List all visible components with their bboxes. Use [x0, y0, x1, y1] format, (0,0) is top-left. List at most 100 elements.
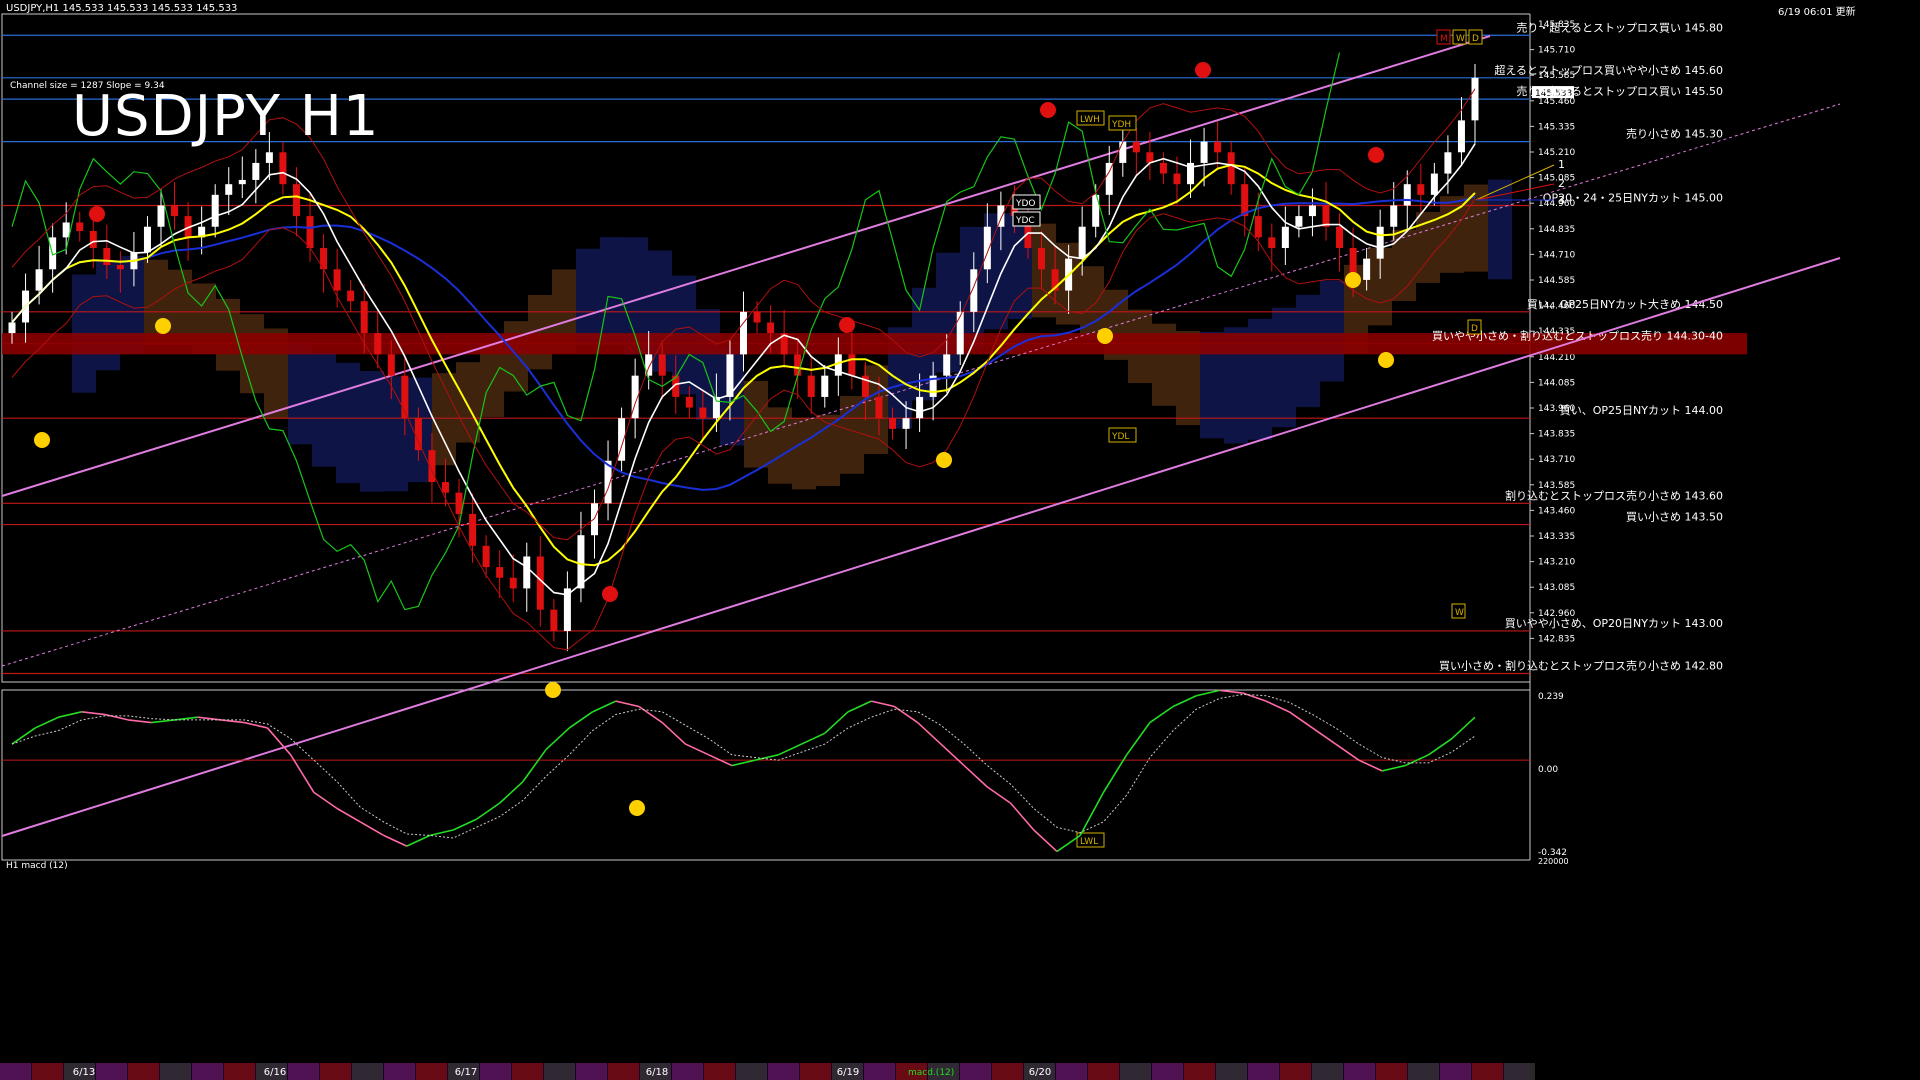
projection-3: 3	[1558, 194, 1565, 207]
macd-tick-label: 0.00	[1538, 765, 1558, 775]
candle-body	[116, 265, 124, 270]
date-strip-cell	[1472, 1063, 1503, 1080]
price-tick-label: 144.710	[1538, 250, 1575, 260]
candle-body	[699, 407, 707, 419]
level-label: 買いやや小さめ、OP20日NYカット 143.00	[1505, 617, 1723, 630]
candle-body	[333, 269, 341, 291]
fractal-down-icon	[936, 452, 952, 468]
candle-body	[35, 269, 43, 291]
cloud-segment	[288, 341, 312, 445]
axis-area	[1530, 0, 1920, 1080]
price-tick-label: 145.335	[1538, 122, 1575, 132]
candle-body	[1471, 77, 1479, 121]
fractal-down-icon	[1345, 272, 1361, 288]
date-strip-cell	[480, 1063, 511, 1080]
fractal-down-icon	[1097, 328, 1113, 344]
candle-body	[1430, 173, 1438, 195]
price-tick-label: 145.085	[1538, 174, 1575, 184]
candle-body	[523, 556, 531, 589]
candle-body	[387, 354, 395, 376]
candle-body	[89, 230, 97, 249]
date-strip-cell	[1184, 1063, 1215, 1080]
fractal-down-icon	[1378, 352, 1394, 368]
date-strip-cell	[1088, 1063, 1119, 1080]
cloud-segment	[336, 362, 360, 484]
date-strip-cell	[288, 1063, 319, 1080]
cloud-segment	[576, 248, 600, 345]
candle-body	[211, 194, 219, 227]
candle-body	[740, 311, 747, 355]
symbol-info: USDJPY,H1 145.533 145.533 145.533 145.53…	[6, 3, 238, 14]
candle-body	[265, 152, 273, 163]
date-strip-cell	[704, 1063, 735, 1080]
candle-body	[1268, 237, 1276, 249]
date-label: 6/19	[837, 1067, 859, 1078]
marker-lwh: LWH	[1080, 115, 1100, 125]
candle-body	[306, 216, 314, 249]
candle-body	[225, 184, 233, 195]
marker-ydc: YDC	[1015, 216, 1035, 226]
price-tick-label: 145.210	[1538, 148, 1575, 158]
price-tick-label: 143.085	[1538, 583, 1575, 593]
date-label: 6/17	[455, 1067, 477, 1078]
candle-body	[821, 375, 829, 397]
candle-body	[983, 226, 991, 270]
candle-body	[794, 354, 802, 376]
cloud-segment	[600, 237, 624, 346]
candle-body	[1119, 141, 1127, 163]
chart-title: USDJPY H1	[72, 84, 380, 149]
date-strip-cell	[96, 1063, 127, 1080]
candle-body	[509, 577, 517, 589]
level-label: 買い小さめ 143.50	[1626, 511, 1723, 524]
date-strip-cell	[768, 1063, 799, 1080]
candle-body	[292, 184, 300, 217]
candle-body	[1132, 141, 1140, 153]
candle-body	[1254, 216, 1262, 238]
update-timestamp: 6/19 06:01 更新	[1778, 7, 1856, 18]
cloud-segment	[504, 321, 528, 392]
level-label: 売り小さめ 145.30	[1626, 128, 1723, 141]
candle-body	[970, 269, 978, 312]
date-strip-cell	[1504, 1063, 1535, 1080]
candle-body	[320, 248, 328, 270]
fractal-up-icon	[1195, 62, 1211, 78]
candle-body	[1322, 205, 1330, 227]
date-strip-cell	[1376, 1063, 1407, 1080]
fractal-down-icon	[34, 432, 50, 448]
candle-body	[767, 322, 775, 334]
candle-body	[76, 222, 84, 231]
price-tick-label: 142.835	[1538, 634, 1575, 644]
cloud-segment	[1392, 229, 1416, 302]
candle-body	[1417, 184, 1425, 195]
price-chart: 145.835145.710145.585145.460145.335145.2…	[0, 0, 1920, 1080]
level-label: 売り・超えるとストップロス買い 145.80	[1516, 20, 1723, 34]
candle-body	[1200, 141, 1208, 163]
marker-ydl: YDL	[1111, 432, 1129, 442]
candle-body	[103, 248, 111, 266]
marker-w: W	[1455, 608, 1464, 618]
candle-body	[279, 152, 287, 185]
candle-body	[374, 333, 382, 355]
candle-body	[889, 418, 897, 429]
candle-body	[1173, 173, 1181, 185]
candle-body	[848, 354, 856, 376]
cloud-segment	[1464, 184, 1488, 272]
projection-2: 2	[1558, 177, 1565, 190]
level-label: 買い、OP25日NYカット 144.00	[1560, 404, 1723, 417]
date-label: 6/13	[73, 1067, 95, 1078]
fractal-down-icon	[545, 682, 561, 698]
candle-body	[956, 311, 964, 355]
date-strip-cell	[992, 1063, 1023, 1080]
marker-w-top: W	[1456, 34, 1465, 44]
date-label: 6/20	[1029, 1067, 1051, 1078]
date-strip-cell	[160, 1063, 191, 1080]
date-strip-cell	[32, 1063, 63, 1080]
cloud-segment	[1272, 307, 1296, 428]
date-strip-cell	[512, 1063, 543, 1080]
price-tick-label: 143.835	[1538, 430, 1575, 440]
candle-body	[685, 396, 693, 408]
candle-body	[658, 354, 666, 376]
candle-body	[807, 375, 815, 397]
fractal-down-icon	[155, 318, 171, 334]
candle-body	[550, 609, 558, 631]
